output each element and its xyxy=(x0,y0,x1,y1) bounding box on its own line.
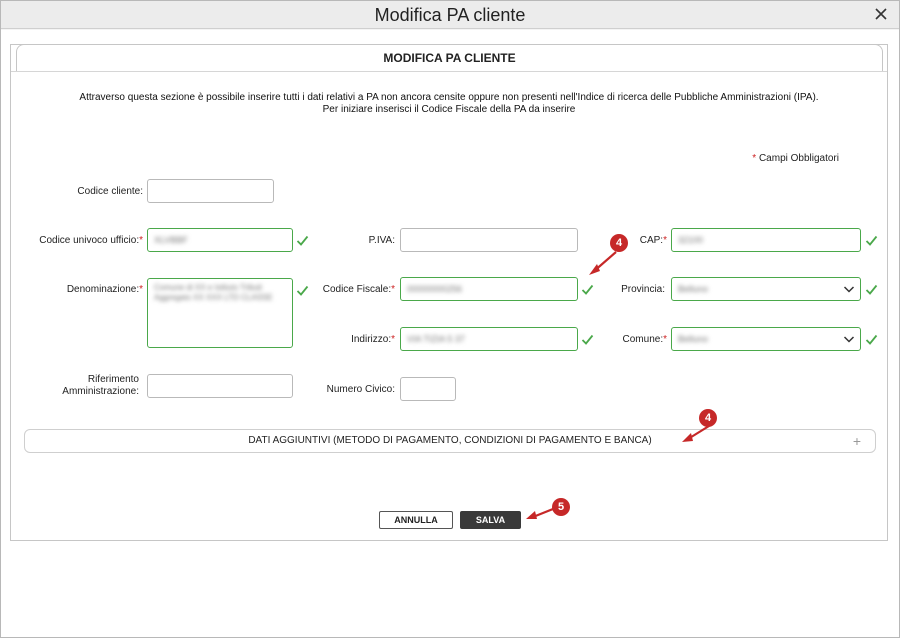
chevron-down-icon xyxy=(843,336,855,343)
dialog-title: Modifica PA cliente xyxy=(374,5,526,25)
piva-input[interactable] xyxy=(400,228,578,252)
intro-text: Attraverso questa sezione è possibile in… xyxy=(31,92,867,116)
required-note-text: Campi Obbligatori xyxy=(758,153,839,164)
denominazione-textarea[interactable]: Comune di XX e Istituto Tributi Aggregat… xyxy=(147,278,293,348)
codice-univoco-label: Codice univoco ufficio:* xyxy=(39,235,143,246)
codice-fiscale-input[interactable]: 00000000256 xyxy=(400,277,578,301)
annotation-arrow-icon xyxy=(682,425,710,442)
annotation-arrow-icon xyxy=(526,507,554,519)
riferimento-label: Riferimento Amministrazione: xyxy=(62,374,139,397)
dialog-body: MODIFICA PA CLIENTE Attraverso questa se… xyxy=(1,30,899,637)
dialog-window: Modifica PA cliente MODIFICA PA CLIENTE … xyxy=(0,0,900,638)
annotation-arrow-icon xyxy=(589,251,617,275)
dati-aggiuntivi-accordion[interactable]: DATI AGGIUNTIVI (METODO DI PAGAMENTO, CO… xyxy=(24,429,876,453)
provincia-select[interactable]: Belluno xyxy=(671,277,861,301)
comune-label: Comune:* xyxy=(622,334,667,345)
accordion-label: DATI AGGIUNTIVI (METODO DI PAGAMENTO, CO… xyxy=(248,435,652,446)
required-fields-note: * Campi Obbligatori xyxy=(752,153,839,164)
cap-input[interactable]: 32100 xyxy=(671,228,861,252)
close-icon xyxy=(875,8,887,20)
cap-label: CAP:* xyxy=(639,235,667,246)
indirizzo-input[interactable]: VIA TIZIA 5 37 xyxy=(400,327,578,351)
numero-civico-input[interactable] xyxy=(400,377,456,401)
panel-title: MODIFICA PA CLIENTE xyxy=(383,51,516,65)
codice-fiscale-label: Codice Fiscale:* xyxy=(322,284,395,295)
valid-check-icon xyxy=(296,235,309,246)
provincia-label: Provincia: xyxy=(621,284,665,295)
plus-icon: + xyxy=(852,433,861,449)
indirizzo-label: Indirizzo:* xyxy=(351,334,395,345)
intro-line-1: Attraverso questa sezione è possibile in… xyxy=(79,92,819,103)
panel-tab: MODIFICA PA CLIENTE xyxy=(16,44,883,72)
valid-check-icon xyxy=(865,235,878,246)
chevron-down-icon xyxy=(843,286,855,293)
intro-line-2: Per iniziare inserisci il Codice Fiscale… xyxy=(322,104,576,115)
riferimento-input[interactable] xyxy=(147,374,293,398)
codice-univoco-input[interactable]: XLVBBF xyxy=(147,228,293,252)
codice-cliente-label: Codice cliente: xyxy=(77,186,143,197)
salva-button[interactable]: SALVA xyxy=(460,511,521,529)
annulla-button[interactable]: ANNULLA xyxy=(379,511,453,529)
codice-cliente-input[interactable] xyxy=(147,179,274,203)
comune-select[interactable]: Belluno xyxy=(671,327,861,351)
piva-label: P.IVA: xyxy=(368,235,395,246)
valid-check-icon xyxy=(865,334,878,345)
panel-divider xyxy=(11,71,887,72)
close-button[interactable] xyxy=(871,4,891,24)
form-panel: MODIFICA PA CLIENTE Attraverso questa se… xyxy=(10,44,888,541)
title-bar: Modifica PA cliente xyxy=(1,1,899,29)
valid-check-icon xyxy=(865,284,878,295)
numero-civico-label: Numero Civico: xyxy=(326,384,395,395)
denominazione-label: Denominazione:* xyxy=(66,284,143,295)
